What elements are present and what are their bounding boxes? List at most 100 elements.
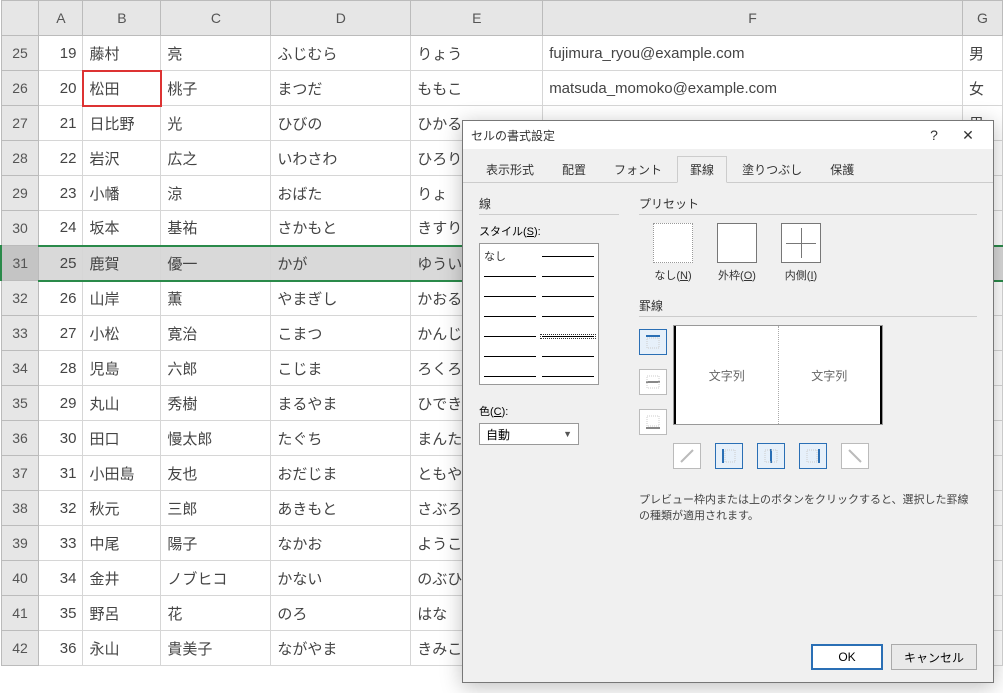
close-button[interactable]: ✕: [951, 123, 985, 147]
column-header[interactable]: [1, 1, 39, 36]
tab-5[interactable]: 保護: [817, 156, 867, 183]
line-style-item[interactable]: [484, 376, 536, 377]
cell[interactable]: 藤村: [83, 36, 161, 71]
tab-3[interactable]: 罫線: [677, 156, 727, 183]
column-header[interactable]: E: [411, 1, 543, 36]
preset-outline[interactable]: 外枠(O): [717, 223, 757, 283]
border-diag2-button[interactable]: [841, 443, 869, 469]
color-picker[interactable]: 自動 ▼: [479, 423, 579, 445]
tab-0[interactable]: 表示形式: [473, 156, 547, 183]
preset-none[interactable]: なし(N): [653, 223, 693, 283]
cell[interactable]: ひびの: [271, 106, 411, 141]
row-header[interactable]: 40: [1, 561, 39, 596]
row-header[interactable]: 38: [1, 491, 39, 526]
cell[interactable]: 岩沢: [83, 141, 161, 176]
cell[interactable]: 27: [39, 316, 83, 351]
cell[interactable]: 31: [39, 456, 83, 491]
cell[interactable]: 陽子: [161, 526, 271, 561]
row-header[interactable]: 39: [1, 526, 39, 561]
cell[interactable]: 亮: [161, 36, 271, 71]
column-header[interactable]: F: [543, 1, 963, 36]
cell[interactable]: 永山: [83, 631, 161, 666]
table-row[interactable]: 2620松田桃子まつだももこmatsuda_momoko@example.com…: [1, 71, 1003, 106]
dialog-titlebar[interactable]: セルの書式設定 ? ✕: [463, 121, 993, 149]
column-header[interactable]: B: [83, 1, 161, 36]
border-left-button[interactable]: [715, 443, 743, 469]
cell[interactable]: たぐち: [271, 421, 411, 456]
cell[interactable]: 基祐: [161, 211, 271, 246]
cell[interactable]: 丸山: [83, 386, 161, 421]
cell[interactable]: こまつ: [271, 316, 411, 351]
cell[interactable]: ももこ: [411, 71, 543, 106]
cell[interactable]: こじま: [271, 351, 411, 386]
row-header[interactable]: 26: [1, 71, 39, 106]
cell[interactable]: 薫: [161, 281, 271, 316]
border-preview[interactable]: 文字列 文字列: [673, 325, 883, 425]
cell[interactable]: 男: [962, 36, 1002, 71]
line-style-item[interactable]: [484, 276, 536, 277]
cell[interactable]: 34: [39, 561, 83, 596]
cell[interactable]: さかもと: [271, 211, 411, 246]
cell[interactable]: 女: [962, 71, 1002, 106]
cell[interactable]: 29: [39, 386, 83, 421]
row-header[interactable]: 29: [1, 176, 39, 211]
cell[interactable]: ふじむら: [271, 36, 411, 71]
border-right-button[interactable]: [799, 443, 827, 469]
tab-2[interactable]: フォント: [601, 156, 675, 183]
cell[interactable]: 貴美子: [161, 631, 271, 666]
cell[interactable]: まつだ: [271, 71, 411, 106]
line-style-item[interactable]: [484, 336, 536, 337]
border-hmid-button[interactable]: [639, 369, 667, 395]
cell[interactable]: 花: [161, 596, 271, 631]
tab-4[interactable]: 塗りつぶし: [729, 156, 815, 183]
line-style-item[interactable]: [542, 316, 594, 317]
row-header[interactable]: 37: [1, 456, 39, 491]
cell[interactable]: 24: [39, 211, 83, 246]
cell[interactable]: 26: [39, 281, 83, 316]
cancel-button[interactable]: キャンセル: [891, 644, 977, 670]
help-button[interactable]: ?: [917, 123, 951, 147]
cell[interactable]: 光: [161, 106, 271, 141]
cell[interactable]: 鹿賀: [83, 246, 161, 281]
row-header[interactable]: 25: [1, 36, 39, 71]
column-header[interactable]: G: [962, 1, 1002, 36]
row-header[interactable]: 34: [1, 351, 39, 386]
cell[interactable]: 慢太郎: [161, 421, 271, 456]
line-style-item[interactable]: [542, 256, 594, 257]
cell[interactable]: 桃子: [161, 71, 271, 106]
cell[interactable]: 中尾: [83, 526, 161, 561]
line-style-item[interactable]: [542, 376, 594, 377]
cell[interactable]: 日比野: [83, 106, 161, 141]
cell[interactable]: 小田島: [83, 456, 161, 491]
cell[interactable]: 19: [39, 36, 83, 71]
cell[interactable]: 優一: [161, 246, 271, 281]
cell[interactable]: 33: [39, 526, 83, 561]
cell[interactable]: 金井: [83, 561, 161, 596]
cell[interactable]: 23: [39, 176, 83, 211]
table-row[interactable]: 2519藤村亮ふじむらりょうfujimura_ryou@example.com男: [1, 36, 1003, 71]
cell[interactable]: なかお: [271, 526, 411, 561]
cell[interactable]: 友也: [161, 456, 271, 491]
line-style-item[interactable]: [542, 276, 594, 277]
cell[interactable]: かが: [271, 246, 411, 281]
cell[interactable]: のろ: [271, 596, 411, 631]
cell[interactable]: 児島: [83, 351, 161, 386]
row-header[interactable]: 36: [1, 421, 39, 456]
row-header[interactable]: 31: [1, 246, 39, 281]
cell[interactable]: ノブヒコ: [161, 561, 271, 596]
cell[interactable]: 秀樹: [161, 386, 271, 421]
cell[interactable]: 小松: [83, 316, 161, 351]
cell[interactable]: おばた: [271, 176, 411, 211]
border-bottom-button[interactable]: [639, 409, 667, 435]
line-style-item[interactable]: [484, 316, 536, 317]
cell[interactable]: おだじま: [271, 456, 411, 491]
cell[interactable]: 25: [39, 246, 83, 281]
row-header[interactable]: 42: [1, 631, 39, 666]
cell[interactable]: 田口: [83, 421, 161, 456]
line-style-picker[interactable]: なし: [479, 243, 599, 385]
cell[interactable]: いわさわ: [271, 141, 411, 176]
cell[interactable]: 30: [39, 421, 83, 456]
cell[interactable]: 36: [39, 631, 83, 666]
cell[interactable]: fujimura_ryou@example.com: [543, 36, 963, 71]
line-style-item[interactable]: [484, 296, 536, 297]
